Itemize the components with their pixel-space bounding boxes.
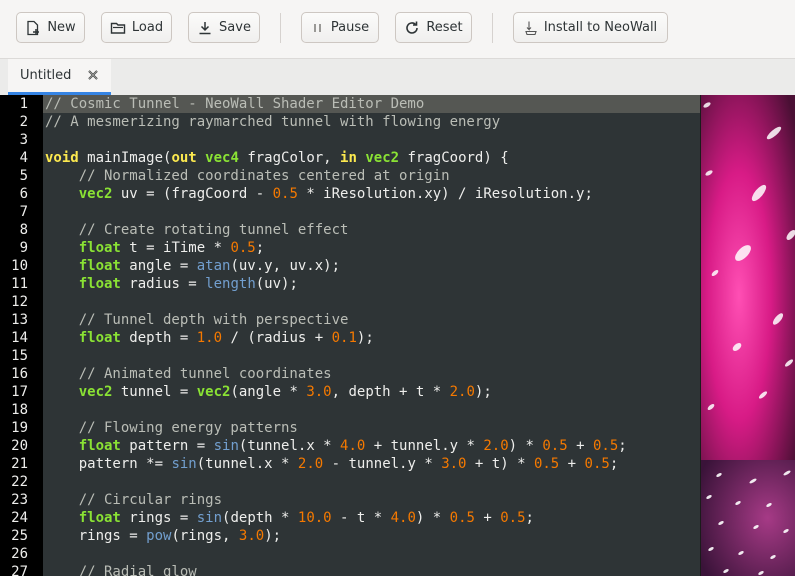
line-number: 17 — [11, 384, 28, 400]
line-number: 19 — [11, 420, 28, 436]
toolbar: New Load Save Pause Reset Install to Neo… — [0, 0, 795, 58]
toolbar-separator — [280, 13, 281, 43]
code-line[interactable]: pattern *= sin(tunnel.x * 2.0 - tunnel.y… — [45, 456, 619, 472]
save-label: Save — [219, 20, 251, 35]
code-line[interactable]: float angle = atan(uv.y, uv.x); — [45, 258, 340, 274]
code-line[interactable]: // Circular rings — [45, 492, 222, 508]
load-label: Load — [131, 20, 164, 35]
code-line[interactable]: float pattern = sin(tunnel.x * 4.0 + tun… — [45, 438, 627, 454]
code-editor[interactable]: 1 2 3 4 5 6 7 8 9 10 11 12 13 14 15 16 17 18 19 20 21 22 23 24 2… — [0, 95, 700, 576]
code-line[interactable]: // Flowing energy patterns — [45, 420, 298, 436]
code-line[interactable]: vec2 tunnel = vec2(angle * 3.0, depth + … — [45, 384, 492, 400]
toolbar-separator — [492, 13, 493, 43]
code-line[interactable]: // Tunnel depth with perspective — [45, 312, 349, 328]
download-icon — [199, 21, 211, 34]
reset-label: Reset — [426, 20, 463, 35]
line-number: 7 — [19, 204, 28, 220]
code-line[interactable]: // Normalized coordinates centered at or… — [45, 168, 450, 184]
document-new-icon — [27, 20, 40, 35]
pause-label: Pause — [330, 20, 370, 35]
code-line[interactable]: float t = iTime * 0.5; — [45, 240, 264, 256]
line-number: 2 — [19, 114, 28, 130]
line-number: 3 — [19, 132, 28, 148]
line-number: 10 — [11, 258, 28, 274]
line-number: 13 — [11, 312, 28, 328]
line-number: 5 — [19, 168, 28, 184]
line-number: 23 — [11, 492, 28, 508]
line-number: 14 — [11, 330, 28, 346]
code-line[interactable]: rings = pow(rings, 3.0); — [45, 528, 281, 544]
line-number: 12 — [11, 294, 28, 310]
shader-preview — [700, 95, 795, 576]
line-number: 27 — [11, 564, 28, 576]
pause-icon — [313, 23, 321, 32]
code-line[interactable]: float depth = 1.0 / (radius + 0.1); — [45, 330, 374, 346]
line-number: 6 — [19, 186, 28, 202]
line-number: 1 — [19, 96, 28, 112]
code-line[interactable]: // Cosmic Tunnel - NeoWall Shader Editor… — [45, 96, 424, 112]
load-button[interactable]: Load — [101, 12, 172, 43]
line-number: 15 — [11, 348, 28, 364]
tab-label: Untitled — [20, 68, 72, 83]
code-text[interactable]: // Cosmic Tunnel - NeoWall Shader Editor… — [45, 95, 627, 576]
line-number: 4 — [19, 150, 28, 166]
line-number: 25 — [11, 528, 28, 544]
code-line[interactable]: // Radial glow — [45, 564, 197, 576]
code-line[interactable]: // Create rotating tunnel effect — [45, 222, 349, 238]
reset-button[interactable]: Reset — [395, 12, 472, 43]
install-icon — [525, 21, 537, 35]
line-number: 26 — [11, 546, 28, 562]
code-line[interactable]: float rings = sin(depth * 10.0 - t * 4.0… — [45, 510, 534, 526]
new-button[interactable]: New — [16, 12, 85, 43]
line-number: 16 — [11, 366, 28, 382]
shader-preview-canvas — [701, 95, 795, 576]
save-button[interactable]: Save — [188, 12, 260, 43]
reload-icon — [406, 21, 419, 34]
line-number: 22 — [11, 474, 28, 490]
line-number: 18 — [11, 402, 28, 418]
pause-button[interactable]: Pause — [301, 12, 379, 43]
line-number: 20 — [11, 438, 28, 454]
line-number: 11 — [11, 276, 28, 292]
code-line[interactable]: void mainImage(out vec4 fragColor, in ve… — [45, 150, 509, 166]
install-label: Install to NeoWall — [543, 20, 658, 35]
close-icon[interactable] — [85, 67, 101, 83]
line-number: 24 — [11, 510, 28, 526]
tab-bar: Untitled — [0, 58, 795, 95]
line-number: 9 — [19, 240, 28, 256]
new-label: New — [47, 20, 76, 35]
code-line[interactable]: vec2 uv = (fragCoord - 0.5 * iResolution… — [45, 186, 593, 202]
line-number: 8 — [19, 222, 28, 238]
code-line[interactable]: // Animated tunnel coordinates — [45, 366, 332, 382]
line-number: 21 — [11, 456, 28, 472]
folder-open-icon — [110, 22, 126, 34]
code-line[interactable]: // A mesmerizing raymarched tunnel with … — [45, 114, 500, 130]
install-button[interactable]: Install to NeoWall — [513, 12, 668, 43]
tab-untitled[interactable]: Untitled — [8, 59, 111, 95]
code-line[interactable]: float radius = length(uv); — [45, 276, 298, 292]
